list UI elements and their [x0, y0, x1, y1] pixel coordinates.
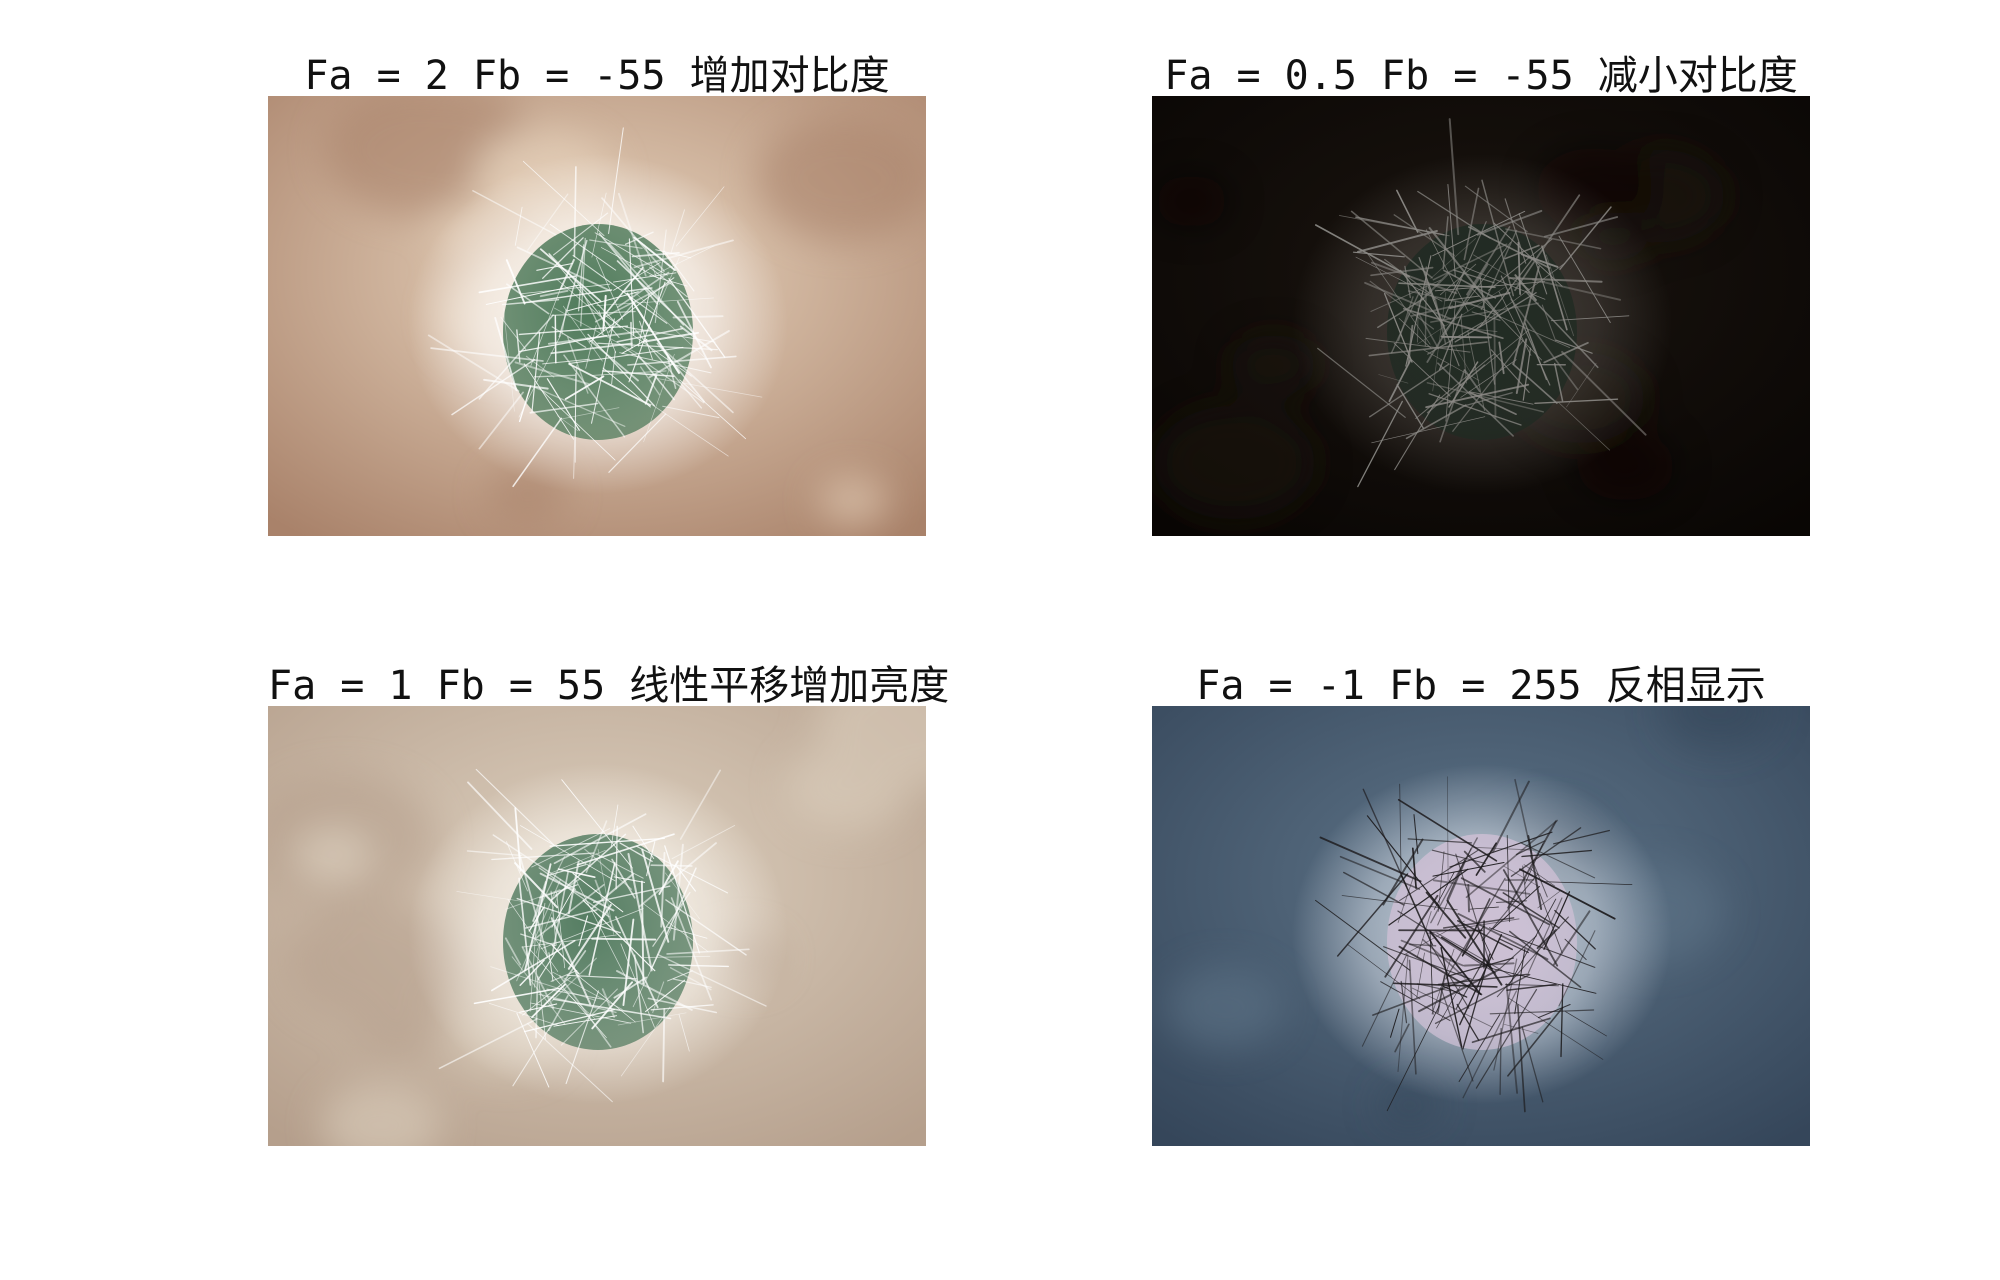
panel-title: Fa = 2 Fb = -55 增加对比度 [304, 53, 890, 99]
figure: Fa = 2 Fb = -55 增加对比度 Fa = 0.5 Fb = -55 … [0, 0, 2000, 1280]
cactus-image-low-contrast [1152, 96, 1810, 536]
panel-title: Fa = -1 Fb = 255 反相显示 [1196, 663, 1766, 709]
cactus-image-inverted [1152, 706, 1810, 1146]
panel-title: Fa = 1 Fb = 55 线性平移增加亮度 [268, 663, 950, 709]
cactus-image-high-contrast [268, 96, 926, 536]
panel-title: Fa = 0.5 Fb = -55 减小对比度 [1164, 53, 1798, 99]
cactus-image-brightened [268, 706, 926, 1146]
